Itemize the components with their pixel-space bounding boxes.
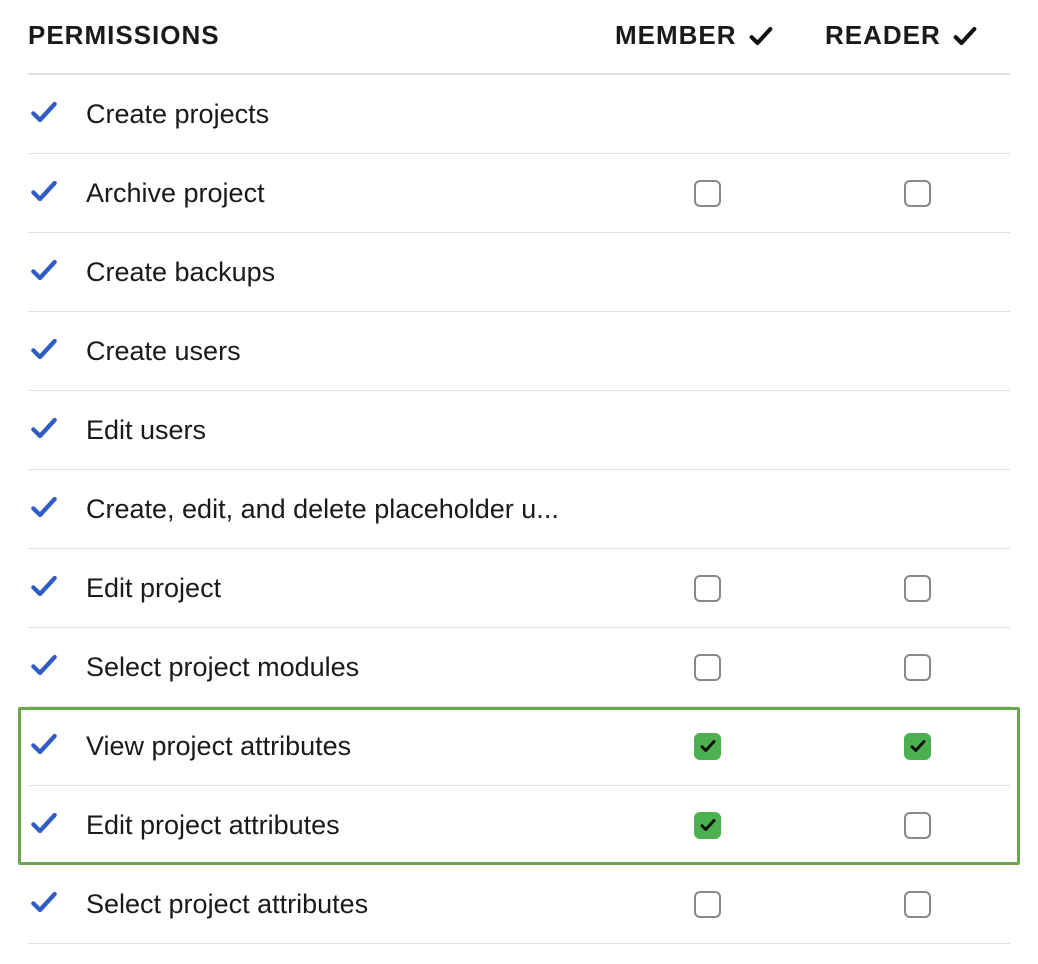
table-row: View project attributes [28, 707, 1010, 786]
permission-checkbox[interactable] [694, 733, 721, 760]
permission-checkbox[interactable] [904, 654, 931, 681]
table-row: Create projects [28, 75, 1010, 154]
table-body: Create projects Archive project Create bac… [28, 75, 1010, 944]
permission-checkbox[interactable] [694, 180, 721, 207]
permission-checkbox[interactable] [904, 180, 931, 207]
check-icon [28, 333, 60, 370]
check-icon [28, 886, 60, 923]
table-row: Select project modules [28, 628, 1010, 707]
check-icon [28, 96, 60, 133]
permission-label: Select project modules [86, 652, 359, 683]
permission-checkbox[interactable] [694, 575, 721, 602]
check-icon [28, 570, 60, 607]
table-row: Archive project [28, 154, 1010, 233]
member-header-label: MEMBER [615, 20, 737, 51]
permission-checkbox[interactable] [904, 575, 931, 602]
permission-label: Create projects [86, 99, 269, 130]
permission-label: Edit users [86, 415, 206, 446]
permission-checkbox[interactable] [904, 733, 931, 760]
check-icon [951, 22, 979, 50]
permission-label: Edit project [86, 573, 221, 604]
permissions-header-label: PERMISSIONS [28, 20, 220, 51]
table-row: Edit project [28, 549, 1010, 628]
check-icon [28, 649, 60, 686]
permission-checkbox[interactable] [694, 654, 721, 681]
check-icon [28, 412, 60, 449]
permission-label: Create backups [86, 257, 275, 288]
permission-checkbox[interactable] [694, 891, 721, 918]
permission-checkbox[interactable] [694, 812, 721, 839]
permission-label: Select project attributes [86, 889, 368, 920]
permissions-table: PERMISSIONS MEMBER READER Create project… [28, 20, 1010, 944]
table-row: Create backups [28, 233, 1010, 312]
permission-checkbox[interactable] [904, 891, 931, 918]
permission-label: View project attributes [86, 731, 351, 762]
table-row: Select project attributes [28, 865, 1010, 944]
permission-label: Archive project [86, 178, 265, 209]
table-row: Create, edit, and delete placeholder u..… [28, 470, 1010, 549]
check-icon [28, 175, 60, 212]
check-icon [28, 491, 60, 528]
table-row: Edit users [28, 391, 1010, 470]
table-row: Create users [28, 312, 1010, 391]
check-icon [747, 22, 775, 50]
table-header-row: PERMISSIONS MEMBER READER [28, 20, 1010, 75]
check-icon [28, 728, 60, 765]
permission-label: Create, edit, and delete placeholder u..… [86, 494, 559, 525]
table-row: Edit project attributes [28, 786, 1010, 865]
check-icon [28, 254, 60, 291]
check-icon [28, 807, 60, 844]
permission-label: Edit project attributes [86, 810, 340, 841]
permission-checkbox[interactable] [904, 812, 931, 839]
permission-label: Create users [86, 336, 241, 367]
reader-header-label: READER [825, 20, 941, 51]
